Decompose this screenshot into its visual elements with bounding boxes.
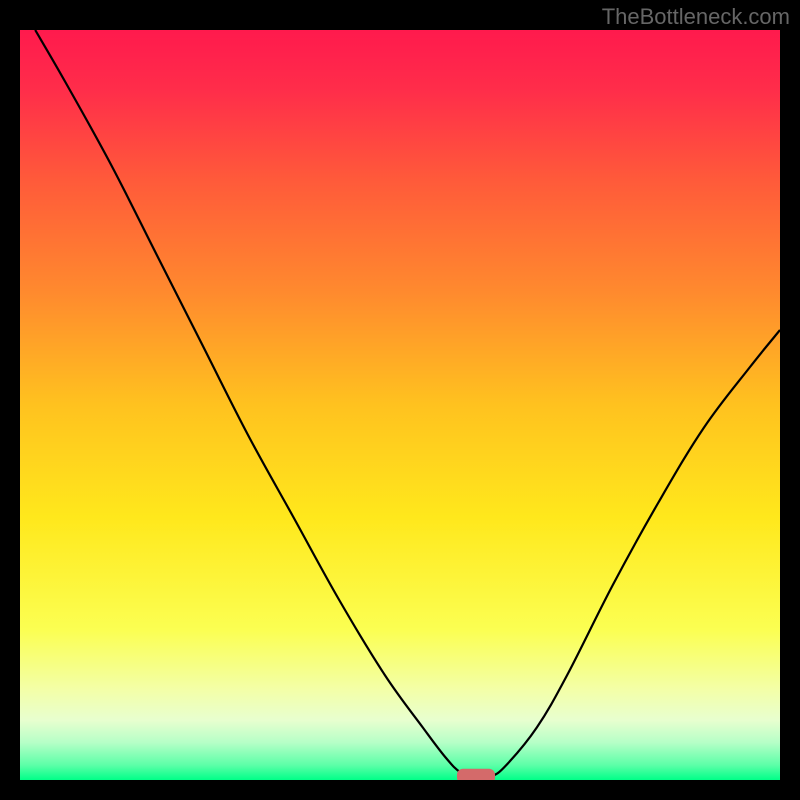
chart-container: TheBottleneck.com <box>0 0 800 800</box>
optimal-marker <box>457 769 495 780</box>
plot-background <box>20 30 780 780</box>
bottleneck-chart <box>20 30 780 780</box>
watermark-text: TheBottleneck.com <box>602 4 790 30</box>
